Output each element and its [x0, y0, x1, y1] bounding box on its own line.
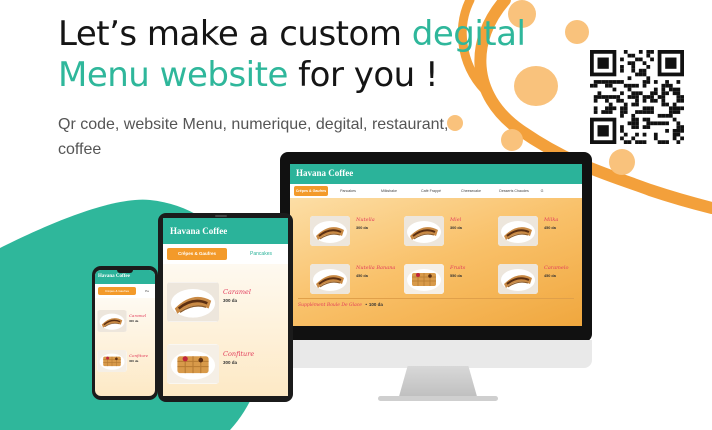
tab-caf-frapp[interactable]: Café Frappé: [412, 186, 450, 196]
headline-accent: Menu website: [58, 55, 288, 95]
headline-part: Let’s make a custom: [58, 14, 412, 54]
desktop-monitor-stand: [398, 366, 478, 400]
menu-item-price: 300 da: [129, 359, 139, 363]
waffle-food-icon: [404, 264, 444, 294]
menu-item-name: Nutella Banana: [356, 265, 396, 271]
supplement-price: 100 da: [368, 302, 383, 307]
crepe-food-icon: [97, 310, 127, 332]
menu-item-name: Caramel: [223, 288, 251, 296]
tab-pancakes[interactable]: Pancakes: [330, 186, 366, 196]
desktop-divider: [298, 298, 574, 299]
menu-item-name: Confiture: [223, 350, 255, 358]
crepe-food-icon: [167, 282, 219, 322]
supplement-label: Supplément Boule De Glace: [298, 303, 362, 308]
waffle-food-icon: [167, 344, 219, 384]
desktop-screen: Havana Coffee Crêpes & Gaufres Pancakes Mi…: [290, 164, 582, 326]
tab-pancakes[interactable]: Pa: [141, 287, 153, 295]
headline-accent: degital: [411, 14, 526, 54]
headline-part: for you !: [287, 55, 439, 95]
tab-crepes-gaufres[interactable]: Crêpes & Gaufres: [167, 248, 227, 260]
headline-line-2: Menu website for you !: [58, 55, 525, 96]
menu-item-name: Miel: [450, 217, 462, 223]
menu-item-price: 300 da: [223, 298, 238, 303]
tab-milkshake[interactable]: Milkshake: [368, 186, 410, 196]
crepe-food-icon: [404, 216, 444, 246]
desktop-category-tabs: Crêpes & Gaufres Pancakes Milkshake Café Fr…: [290, 184, 582, 198]
menu-item-name: Caramelo: [544, 265, 569, 271]
menu-item-price: 550 da: [450, 274, 462, 278]
qr-code-icon: [590, 50, 684, 144]
tab-crepes-gaufres[interactable]: Crêpes & Gaufres: [98, 287, 136, 295]
tab-g[interactable]: G: [538, 186, 546, 196]
orange-dot: [501, 129, 523, 151]
orange-dot: [609, 149, 635, 175]
menu-item-name: Milka: [544, 217, 559, 223]
desktop-app-bar: Havana Coffee: [290, 164, 582, 184]
menu-item-name: Confiture: [129, 353, 149, 358]
menu-item-price: 450 da: [356, 274, 368, 278]
tablet-camera: [215, 215, 227, 217]
desktop-supplement: Supplément Boule De Glace • 100 da: [298, 302, 383, 308]
crepe-food-icon: [498, 264, 538, 294]
tab-desserts-chaudes[interactable]: Desserts Chaudes: [492, 186, 536, 196]
crepe-food-icon: [310, 264, 350, 294]
menu-item-price: 300 da: [129, 319, 139, 323]
tab-cheesecake[interactable]: Cheesecake: [452, 186, 490, 196]
tablet-screen: Havana Coffee Crêpes & Gaufres Pancakes …: [163, 218, 288, 396]
headline-line-1: Let’s make a custom degital: [58, 14, 526, 55]
menu-item-price: 300 da: [450, 226, 462, 230]
menu-item-price: 300 da: [356, 226, 368, 230]
desktop-app-title: Havana Coffee: [296, 168, 354, 178]
menu-item-price: 450 da: [544, 274, 556, 278]
headline: Let’s make a custom degital Menu website…: [58, 14, 526, 96]
phone-screen: Havana Coffee Crêpes & Gaufres Pa Carame…: [95, 270, 155, 396]
tab-pancakes[interactable]: Pancakes: [241, 248, 281, 260]
tablet-app-bar: Havana Coffee: [163, 218, 288, 244]
phone-category-tabs: Crêpes & Gaufres Pa: [95, 284, 155, 298]
qr-code-graphic: [590, 50, 684, 144]
tab-cr-pes-gaufres[interactable]: Crêpes & Gaufres: [294, 186, 328, 196]
orange-dot: [565, 20, 589, 44]
tablet-category-tabs: Crêpes & Gaufres Pancakes: [163, 244, 288, 264]
crepe-food-icon: [310, 216, 350, 246]
tablet-app-title: Havana Coffee: [170, 226, 228, 236]
phone-notch: [117, 270, 133, 273]
menu-item-name: Fruits: [450, 265, 466, 271]
menu-item-price: 300 da: [223, 360, 238, 365]
waffle-food-icon: [97, 350, 127, 372]
desktop-monitor-chin: [280, 340, 592, 368]
phone-app-title: Havana Coffee: [98, 274, 130, 279]
menu-item-price: 450 da: [544, 226, 556, 230]
menu-item-name: Nutella: [356, 217, 375, 223]
desktop-monitor-base: [378, 396, 498, 401]
menu-item-name: Caramel: [129, 313, 147, 318]
crepe-food-icon: [498, 216, 538, 246]
